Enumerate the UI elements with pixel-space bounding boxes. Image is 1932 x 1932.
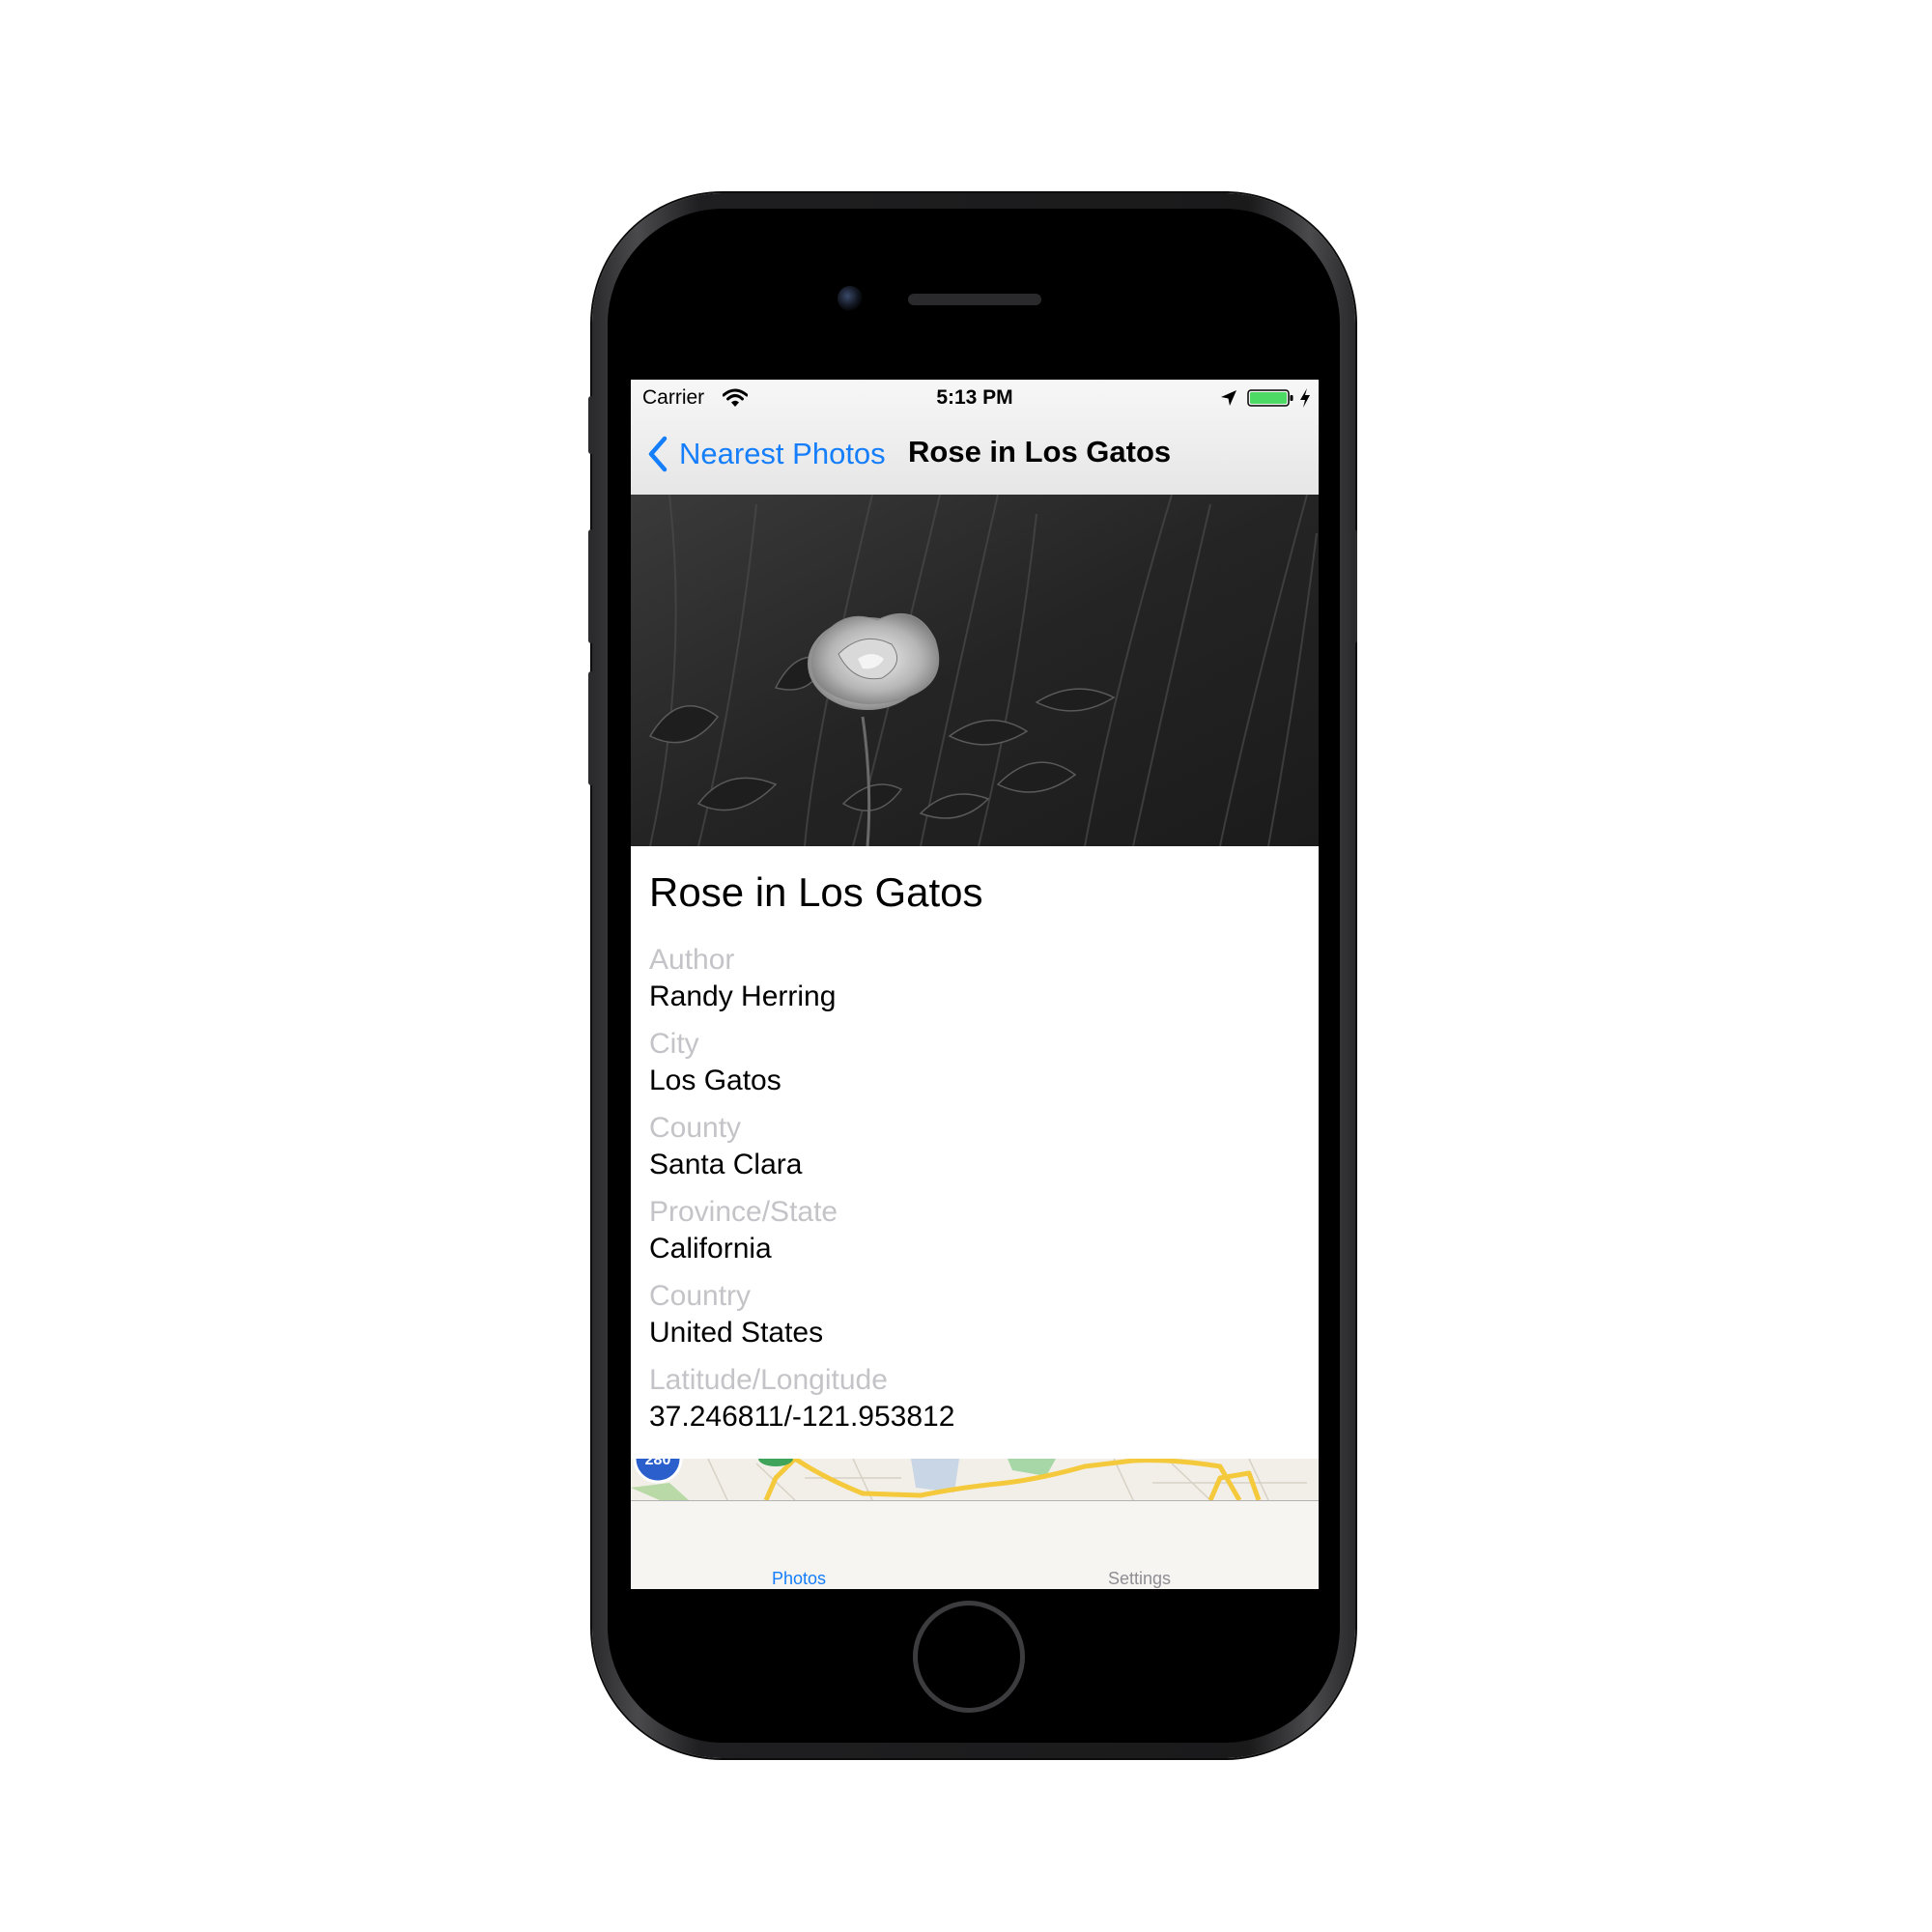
city-label: City: [649, 1028, 699, 1060]
battery-icon: [1247, 389, 1293, 407]
home-button[interactable]: [913, 1601, 1025, 1713]
lat-long-field: Latitude/Longitude 37.246811/-121.953812: [649, 1362, 1306, 1435]
charging-bolt-icon: [1300, 388, 1310, 408]
city-field: City Los Gatos: [649, 1026, 1306, 1099]
author-field: Author Randy Herring: [649, 942, 1306, 1015]
country-label: Country: [649, 1280, 752, 1312]
back-button-label: Nearest Photos: [679, 437, 886, 470]
status-bar: Carrier 5:13 PM: [631, 380, 1319, 418]
map-tiles: 280: [631, 1459, 1319, 1500]
tab-bar: Photos Settings: [631, 1500, 1319, 1589]
tab-settings[interactable]: Settings: [1108, 1569, 1171, 1589]
status-time: 5:13 PM: [936, 386, 1013, 409]
volume-down-button: [588, 671, 594, 785]
location-map[interactable]: 280: [631, 1459, 1319, 1500]
county-value: Santa Clara: [649, 1149, 803, 1180]
rose-photo: [631, 495, 1319, 846]
photo-image: [631, 495, 1319, 846]
back-button[interactable]: Nearest Photos: [646, 433, 886, 475]
detail-title: Rose in Los Gatos: [649, 869, 983, 915]
volume-up-button: [588, 529, 594, 643]
city-value: Los Gatos: [649, 1065, 781, 1096]
power-button: [1351, 529, 1357, 643]
front-camera: [838, 286, 863, 311]
county-label: County: [649, 1112, 742, 1144]
country-field: Country United States: [649, 1278, 1306, 1351]
author-label: Author: [649, 944, 735, 976]
location-arrow-icon: [1221, 390, 1236, 406]
photo-details: Rose in Los Gatos Author Randy Herring C…: [649, 868, 1306, 1446]
earpiece-speaker: [908, 294, 1041, 305]
mute-switch: [588, 396, 594, 454]
interstate-shield-label: 280: [645, 1459, 671, 1468]
county-field: County Santa Clara: [649, 1110, 1306, 1183]
lat-long-value: 37.246811/-121.953812: [649, 1401, 955, 1433]
province-state-label: Province/State: [649, 1196, 838, 1228]
country-value: United States: [649, 1317, 824, 1349]
tab-photos[interactable]: Photos: [772, 1569, 826, 1589]
lat-long-label: Latitude/Longitude: [649, 1364, 888, 1396]
navigation-bar: Carrier 5:13 PM Nearest Photos Rose in L…: [631, 380, 1319, 496]
app-screen: Carrier 5:13 PM Nearest Photos Rose in L…: [631, 380, 1319, 1589]
nav-title: Rose in Los Gatos: [908, 435, 1172, 469]
province-state-value: California: [649, 1233, 772, 1264]
province-state-field: Province/State California: [649, 1194, 1306, 1267]
chevron-left-icon: [648, 436, 668, 472]
author-value: Randy Herring: [649, 980, 837, 1012]
